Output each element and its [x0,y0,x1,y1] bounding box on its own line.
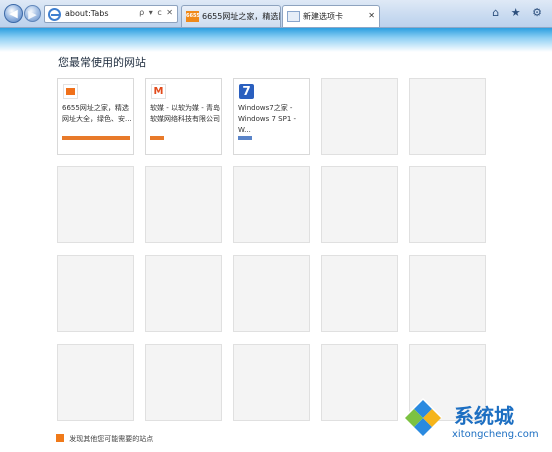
browser-toolbar: ◀ ▶ about:Tabs ρ ▾ c ✕ 6655 6655网址之家，精选网… [0,0,552,28]
6655-favicon-icon: 6655 [186,11,200,22]
tab-6655[interactable]: 6655 6655网址之家，精选网址大全... [181,5,281,27]
empty-tile[interactable] [57,166,134,243]
empty-tile[interactable] [321,166,398,243]
empty-tile[interactable] [145,255,222,332]
discover-sites-label: 发现其他您可能需要的站点 [69,435,154,443]
site-tile-title: 6655网址之家，精选网址大全，绿色、安... [62,104,132,123]
site-tile[interactable]: 7 Windows7之家 - Windows 7 SP1 - W... [233,78,310,155]
empty-tile[interactable] [409,166,486,243]
6655-icon [63,84,78,99]
usage-bar [150,136,164,140]
empty-tile[interactable] [233,255,310,332]
arrow-down-icon [56,434,64,442]
site-tile-title: 软媒 - 以软为媒 - 青岛软媒网络科技有限公司 [150,104,220,123]
close-tab-icon[interactable]: ✕ [368,11,375,20]
empty-tile[interactable] [145,166,222,243]
empty-tile[interactable] [233,344,310,421]
tab-label: 新建选项卡 [303,12,343,21]
address-bar[interactable]: about:Tabs ρ ▾ c ✕ [44,5,178,23]
empty-tile[interactable] [321,344,398,421]
usage-bar [62,136,130,140]
watermark-domain: xitongcheng.com [452,429,539,440]
usage-bar [238,136,252,140]
toolbar-right-icons[interactable]: ⌂ ★ ⚙ [492,6,546,19]
empty-tile[interactable] [321,78,398,155]
empty-tile[interactable] [321,255,398,332]
address-tools[interactable]: ρ ▾ c ✕ [139,8,174,17]
empty-tile[interactable] [409,78,486,155]
site-tile[interactable]: 6655网址之家，精选网址大全，绿色、安... [57,78,134,155]
forward-button[interactable]: ▶ [24,5,41,22]
empty-tile[interactable] [57,255,134,332]
empty-tile[interactable] [409,255,486,332]
discover-sites-link[interactable]: 发现其他您可能需要的站点 [56,434,153,444]
watermark-title: 系统城 [454,404,514,428]
address-url: about:Tabs [65,9,109,18]
empty-tile[interactable] [145,344,222,421]
page-title: 您最常使用的网站 [58,56,146,69]
empty-tile[interactable] [233,166,310,243]
tab-new-tab[interactable]: 新建选项卡 ✕ [282,5,380,27]
back-button[interactable]: ◀ [4,4,23,23]
site-tile-title: Windows7之家 - Windows 7 SP1 - W... [238,104,297,134]
ie-logo-icon [48,8,61,21]
windows7-icon: 7 [239,84,254,99]
m-logo-icon: M [151,84,166,99]
site-tile[interactable]: M 软媒 - 以软为媒 - 青岛软媒网络科技有限公司 [145,78,222,155]
watermark-logo-icon [404,398,442,436]
empty-tile[interactable] [57,344,134,421]
tab-label: 6655网址之家，精选网址大全... [202,12,280,21]
page-favicon-icon [287,11,300,22]
watermark: 系统城 xitongcheng.com [398,386,550,448]
